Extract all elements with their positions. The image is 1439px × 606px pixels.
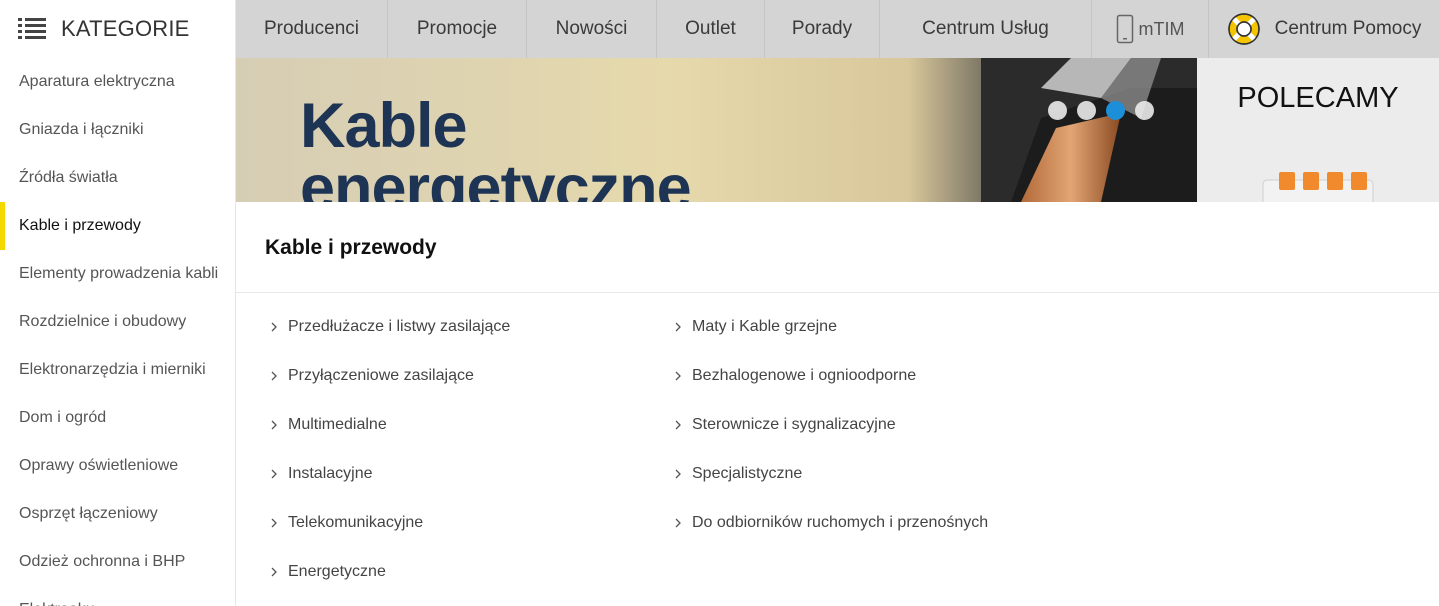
help-label: Centrum Pomocy [1274, 18, 1422, 39]
subcategory-column-1: Przedłużacze i listwy zasilające Przyłąc… [270, 302, 510, 596]
nav-promocje[interactable]: Promocje [388, 0, 527, 58]
nav-nowosci[interactable]: Nowości [527, 0, 657, 58]
product-connector-image [1262, 172, 1374, 202]
subcategory-link[interactable]: Do odbiorników ruchomych i przenośnych [674, 498, 988, 547]
subcategory-label: Specjalistyczne [692, 464, 803, 482]
subcategory-label: Maty i Kable grzejne [692, 317, 837, 335]
chevron-right-icon [675, 371, 681, 380]
sidebar-item-elementy-prowadzenia[interactable]: Elementy prowadzenia kabli [0, 250, 235, 298]
subcategory-link[interactable]: Przyłączeniowe zasilające [270, 351, 510, 400]
phone-icon [1116, 14, 1133, 44]
subcategory-link[interactable]: Sterownicze i sygnalizacyjne [674, 400, 988, 449]
divider [236, 292, 1439, 293]
sidebar-item-zrodla-swiatla[interactable]: Źródła światła [0, 154, 235, 202]
subcategory-label: Bezhalogenowe i ognioodporne [692, 366, 917, 384]
carousel-dot-4[interactable] [1135, 101, 1154, 120]
subcategory-link[interactable]: Bezhalogenowe i ognioodporne [674, 351, 988, 400]
sidebar-item-dom-ogrod[interactable]: Dom i ogród [0, 394, 235, 442]
category-list: Aparatura elektryczna Gniazda i łączniki… [0, 58, 235, 606]
sidebar-item-elektroaku[interactable]: Elektroaku... [0, 586, 235, 606]
subcategory-label: Sterownicze i sygnalizacyjne [692, 415, 896, 433]
chevron-right-icon [675, 518, 681, 527]
subcategory-link[interactable]: Maty i Kable grzejne [674, 302, 988, 351]
chevron-right-icon [271, 322, 277, 331]
recommended-title: POLECAMY [1237, 82, 1399, 114]
chevron-right-icon [675, 322, 681, 331]
recommended-panel[interactable]: POLECAMY [1197, 58, 1439, 202]
sidebar-title: KATEGORIE [61, 16, 190, 41]
lifebuoy-icon [1227, 13, 1260, 45]
nav-centrum-pomocy[interactable]: Centrum Pomocy [1209, 0, 1439, 58]
carousel-dot-1[interactable] [1048, 101, 1067, 120]
cable-image [981, 58, 1197, 202]
carousel-dot-2[interactable] [1077, 101, 1096, 120]
subcategory-label: Przedłużacze i listwy zasilające [288, 317, 511, 335]
nav-porady[interactable]: Porady [765, 0, 880, 58]
sidebar-item-odziez-bhp[interactable]: Odzież ochronna i BHP [0, 538, 235, 586]
top-navigation: Producenci Promocje Nowości Outlet Porad… [236, 0, 1439, 58]
chevron-right-icon [271, 567, 277, 576]
subcategory-link[interactable]: Multimedialne [270, 400, 510, 449]
subcategory-link[interactable]: Energetyczne [270, 547, 510, 596]
sidebar-item-rozdzielnice[interactable]: Rozdzielnice i obudowy [0, 298, 235, 346]
subcategory-label: Energetyczne [288, 562, 386, 580]
nav-outlet[interactable]: Outlet [657, 0, 765, 58]
chevron-right-icon [271, 371, 277, 380]
category-sidebar: KATEGORIE Aparatura elektryczna Gniazda … [0, 0, 236, 606]
subcategory-label: Do odbiorników ruchomych i przenośnych [692, 513, 989, 531]
subcategory-column-2: Maty i Kable grzejne Bezhalogenowe i ogn… [674, 302, 988, 547]
carousel-dot-3[interactable] [1106, 101, 1125, 120]
subcategory-label: Przyłączeniowe zasilające [288, 366, 474, 384]
chevron-right-icon [271, 420, 277, 429]
subcategory-label: Instalacyjne [288, 464, 373, 482]
sidebar-item-oprawy[interactable]: Oprawy oświetleniowe [0, 442, 235, 490]
nav-producenci[interactable]: Producenci [236, 0, 388, 58]
banner-subtitle: energetyczne [300, 153, 692, 203]
mtim-label: mTIM [1138, 18, 1185, 39]
subcategory-label: Multimedialne [288, 415, 387, 433]
nav-mtim[interactable]: mTIM [1092, 0, 1209, 58]
page-title: Kable i przewody [265, 236, 437, 259]
sidebar-item-osprzet[interactable]: Osprzęt łączeniowy [0, 490, 235, 538]
subcategory-link[interactable]: Telekomunikacyjne [270, 498, 510, 547]
banner-title: Kable [300, 91, 468, 161]
subcategory-link[interactable]: Przedłużacze i listwy zasilające [270, 302, 510, 351]
sidebar-item-kable[interactable]: Kable i przewody [0, 202, 235, 250]
sidebar-item-elektronarzedzia[interactable]: Elektronarzędzia i mierniki [0, 346, 235, 394]
subcategory-panel: Kable i przewody Przedłużacze i listwy z… [236, 202, 1439, 606]
sidebar-item-gniazda[interactable]: Gniazda i łączniki [0, 106, 235, 154]
sidebar-item-aparatura[interactable]: Aparatura elektryczna [0, 58, 235, 106]
chevron-right-icon [675, 469, 681, 478]
subcategory-label: Telekomunikacyjne [288, 513, 424, 531]
chevron-right-icon [271, 518, 277, 527]
subcategory-link[interactable]: Specjalistyczne [674, 449, 988, 498]
chevron-right-icon [675, 420, 681, 429]
nav-centrum-uslug[interactable]: Centrum Usług [880, 0, 1092, 58]
sidebar-header[interactable]: KATEGORIE [0, 0, 235, 58]
chevron-right-icon [271, 469, 277, 478]
hero-banner[interactable]: Kable energetyczne [236, 58, 1197, 202]
list-menu-icon [18, 18, 46, 39]
subcategory-link[interactable]: Instalacyjne [270, 449, 510, 498]
carousel-dots [1048, 101, 1154, 120]
